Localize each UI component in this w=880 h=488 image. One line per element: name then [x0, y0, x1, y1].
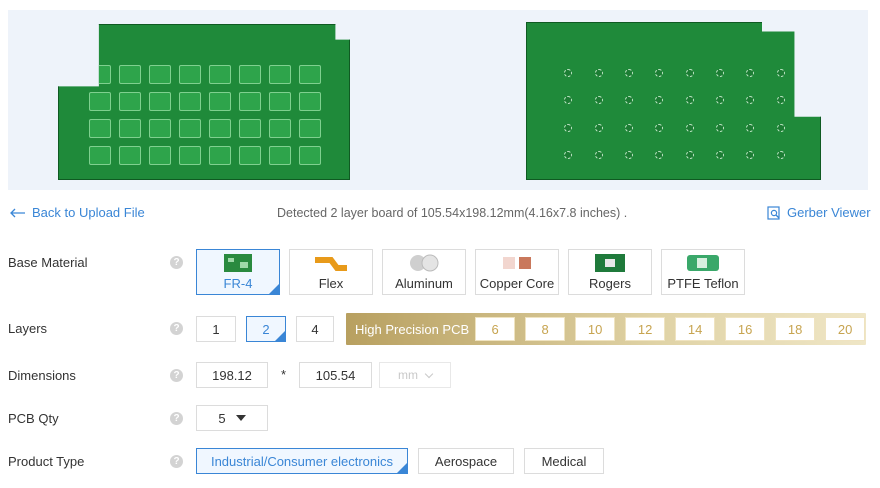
help-icon[interactable]: ? [170, 256, 183, 269]
material-flex[interactable]: Flex [289, 249, 373, 295]
material-fr4[interactable]: FR-4 [196, 249, 280, 295]
layer-option-16[interactable]: 16 [725, 317, 766, 341]
pcb-top-pads [59, 25, 349, 179]
product-type-label: Product Type [8, 454, 85, 469]
dimensions-row: Dimensions [8, 368, 168, 383]
ptfe-board-icon [685, 254, 721, 272]
flex-cable-icon [313, 254, 349, 272]
caret-down-icon [235, 415, 246, 421]
material-rogers[interactable]: Rogers [568, 249, 652, 295]
rogers-board-icon [595, 253, 625, 272]
help-icon[interactable]: ? [170, 412, 183, 425]
base-material-label: Base Material [8, 255, 88, 270]
pcb-qty-value: 5 [218, 410, 226, 426]
back-to-upload-link[interactable]: Back to Upload File [10, 205, 145, 220]
arrow-left-icon [10, 208, 25, 217]
help-icon[interactable]: ? [170, 369, 183, 382]
material-ptfe-teflon[interactable]: PTFE Teflon [661, 249, 745, 295]
product-type-medical[interactable]: Medical [524, 448, 604, 474]
unit-value: mm [398, 368, 418, 382]
help-icon[interactable]: ? [170, 322, 183, 335]
copper-core-icon [499, 254, 535, 272]
layer-option-2[interactable]: 2 [246, 316, 286, 342]
product-type-aerospace[interactable]: Aerospace [418, 448, 514, 474]
layer-option-12[interactable]: 12 [625, 317, 666, 341]
layer-option-1[interactable]: 1 [196, 316, 236, 342]
layer-option-10[interactable]: 10 [575, 317, 616, 341]
material-copper-core[interactable]: Copper Core [475, 249, 559, 295]
product-type-row: Product Type [8, 454, 168, 469]
pcb-qty-label: PCB Qty [8, 411, 59, 426]
chevron-down-icon [424, 369, 434, 378]
detected-board-text: Detected 2 layer board of 105.54x198.12m… [277, 206, 628, 220]
pcb-qty-select[interactable]: 5 [196, 405, 268, 431]
base-material-row: Base Material [8, 255, 168, 270]
width-input[interactable]: 105.54 [299, 362, 372, 388]
pcb-qty-row: PCB Qty [8, 411, 168, 426]
pcb-bottom-pads [527, 23, 820, 179]
gerber-viewer-label: Gerber Viewer [787, 205, 871, 220]
base-material-options: FR-4 Flex Aluminum Copper Core Rogers PT… [196, 249, 754, 295]
layer-option-14[interactable]: 14 [675, 317, 716, 341]
layers-row: Layers [8, 321, 168, 336]
help-icon[interactable]: ? [170, 455, 183, 468]
material-label: PTFE Teflon [667, 275, 739, 291]
layer-option-8[interactable]: 8 [525, 317, 566, 341]
unit-select[interactable]: mm [379, 362, 451, 388]
pcb-top-render [58, 24, 350, 180]
material-aluminum[interactable]: Aluminum [382, 249, 466, 295]
high-precision-pcb-bar: High Precision PCB 6 8 10 12 14 16 18 20 [346, 313, 866, 345]
high-precision-label: High Precision PCB [355, 321, 470, 337]
fr4-board-icon [224, 253, 252, 272]
layer-option-20[interactable]: 20 [825, 317, 866, 341]
length-input[interactable]: 198.12 [196, 362, 268, 388]
material-label: Rogers [589, 275, 631, 291]
layers-options: 1 2 4 [196, 316, 344, 342]
gerber-viewer-link[interactable]: Gerber Viewer [767, 205, 871, 220]
layer-option-6[interactable]: 6 [475, 317, 516, 341]
product-type-industrial[interactable]: Industrial/Consumer electronics [196, 448, 408, 474]
dimensions-label: Dimensions [8, 368, 76, 383]
layer-option-18[interactable]: 18 [775, 317, 816, 341]
product-type-options: Industrial/Consumer electronics Aerospac… [196, 448, 604, 474]
dimension-separator: * [281, 367, 287, 382]
material-label: FR-4 [223, 275, 253, 291]
gerber-viewer-icon [767, 205, 780, 220]
material-label: Copper Core [479, 275, 555, 291]
aluminum-disc-icon [406, 254, 442, 272]
layers-label: Layers [8, 321, 48, 336]
material-label: Aluminum [395, 275, 453, 291]
gerber-preview [8, 10, 868, 190]
pcb-bottom-render [526, 22, 821, 180]
material-label: Flex [318, 275, 344, 291]
layer-option-4[interactable]: 4 [296, 316, 334, 342]
back-label: Back to Upload File [32, 205, 145, 220]
